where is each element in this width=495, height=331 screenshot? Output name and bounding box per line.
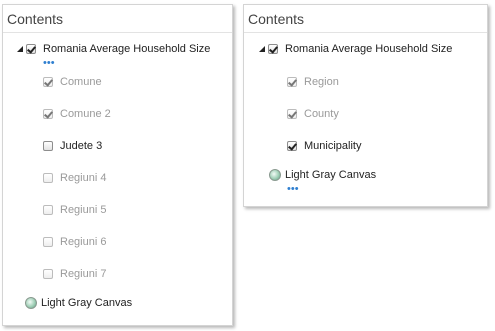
sublayer-item[interactable]: Regiuni 4 [43, 172, 106, 184]
panel-title: Contents [3, 5, 232, 33]
sublayer-checkbox[interactable] [43, 77, 53, 87]
layer-label: Romania Average Household Size [285, 43, 453, 55]
basemap-row[interactable]: Light Gray Canvas [25, 297, 132, 309]
sublayer-label: Judete 3 [60, 140, 103, 152]
layer-label: Romania Average Household Size [43, 43, 211, 55]
layer-row-romania[interactable]: Romania Average Household Size [17, 43, 210, 55]
sublayer-checkbox[interactable] [43, 237, 53, 247]
sublayer-checkbox[interactable] [287, 141, 297, 151]
sublayer-item[interactable]: Municipality [287, 140, 361, 152]
sublayer-label: Comune 2 [60, 108, 111, 120]
basemap-label: Light Gray Canvas [285, 169, 377, 181]
layer-checkbox[interactable] [268, 44, 278, 54]
sublayer-item[interactable]: Regiuni 7 [43, 268, 106, 280]
layer-checkbox[interactable] [26, 44, 36, 54]
sublayer-checkbox[interactable] [43, 173, 53, 183]
sublayer-item[interactable]: Regiuni 5 [43, 204, 106, 216]
more-options-icon[interactable]: ••• [287, 184, 299, 195]
basemap-icon [25, 297, 37, 309]
sublayer-label: Region [304, 76, 339, 88]
contents-panel-right: Contents Romania Average Household Size … [243, 4, 488, 207]
sublayer-item[interactable]: Comune [43, 76, 102, 88]
sublayer-label: Regiuni 4 [60, 172, 107, 184]
sublayer-item[interactable]: County [287, 108, 339, 120]
sublayer-label: Comune [60, 76, 102, 88]
sublayer-label: Regiuni 5 [60, 204, 107, 216]
basemap-row[interactable]: Light Gray Canvas [269, 169, 376, 181]
sublayer-item[interactable]: Comune 2 [43, 108, 111, 120]
sublayer-checkbox[interactable] [287, 109, 297, 119]
sublayer-checkbox[interactable] [43, 205, 53, 215]
layer-row-romania[interactable]: Romania Average Household Size [259, 43, 452, 55]
sublayer-checkbox[interactable] [287, 77, 297, 87]
sublayer-label: County [304, 108, 339, 120]
sublayer-checkbox[interactable] [43, 141, 53, 151]
more-options-icon[interactable]: ••• [43, 58, 55, 69]
sublayer-label: Regiuni 7 [60, 268, 107, 280]
sublayer-item[interactable]: Judete 3 [43, 140, 102, 152]
sublayer-label: Municipality [304, 140, 362, 152]
basemap-icon [269, 169, 281, 181]
panel-title: Contents [244, 5, 487, 33]
sublayer-item[interactable]: Regiuni 6 [43, 236, 106, 248]
sublayer-label: Regiuni 6 [60, 236, 107, 248]
contents-panel-left: Contents Romania Average Household Size … [2, 4, 233, 326]
sublayer-item[interactable]: Region [287, 76, 339, 88]
sublayer-checkbox[interactable] [43, 269, 53, 279]
collapse-caret-icon[interactable] [259, 46, 265, 52]
sublayer-checkbox[interactable] [43, 109, 53, 119]
basemap-label: Light Gray Canvas [41, 297, 133, 309]
collapse-caret-icon[interactable] [17, 46, 23, 52]
